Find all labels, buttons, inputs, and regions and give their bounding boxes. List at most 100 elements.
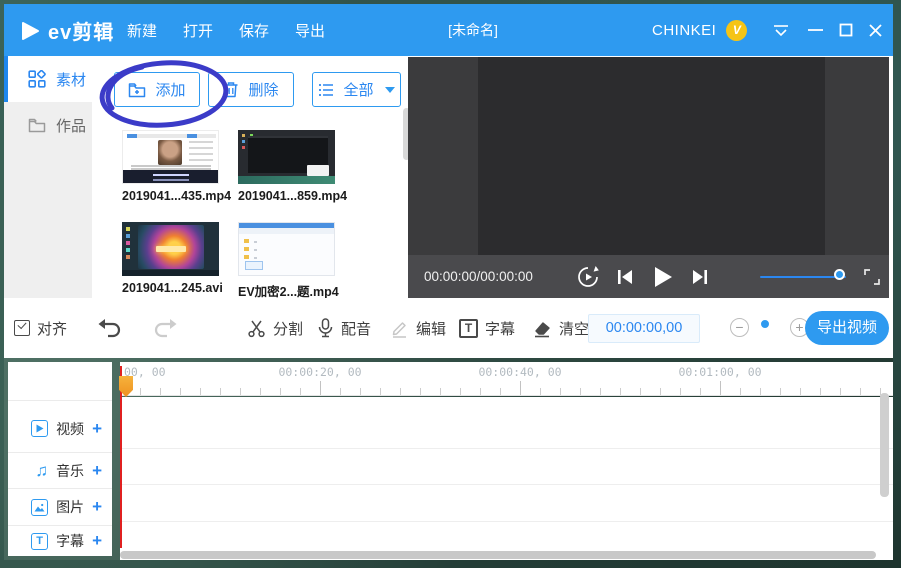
music-track-icon: ♫: [35, 462, 48, 479]
fullscreen-icon[interactable]: [864, 255, 880, 298]
chevron-down-icon: [385, 87, 395, 93]
play-logo-icon: [20, 21, 40, 41]
volume-slider[interactable]: [760, 276, 846, 278]
redo-button[interactable]: [153, 312, 177, 344]
menu-new[interactable]: 新建: [127, 20, 157, 41]
minimize-to-tray-button[interactable]: [766, 4, 796, 56]
export-video-button[interactable]: 导出视频: [805, 311, 889, 345]
tray-icon: [772, 24, 790, 37]
track-label-column: 视频 + ♫ 音乐 + 图片 + T 字幕 +: [8, 362, 112, 556]
previous-frame-button[interactable]: [616, 255, 634, 298]
timeline-ruler[interactable]: 00, 00 00:00:20, 00 00:00:40, 00 00:01:0…: [120, 362, 893, 396]
split-button[interactable]: 分割: [247, 312, 303, 344]
material-item[interactable]: 2019041...435.mp4: [122, 130, 219, 203]
close-icon: [868, 23, 883, 38]
add-subtitle-clip-button[interactable]: +: [92, 534, 102, 548]
volume-slider-knob[interactable]: [834, 269, 845, 280]
add-video-clip-button[interactable]: +: [92, 422, 102, 436]
desktop: { "titlebar": { "logo": "ev剪辑", "menu": …: [0, 0, 901, 568]
track-video: 视频 +: [8, 406, 112, 451]
main-menu: 新建 打开 保存 导出: [127, 4, 325, 56]
menu-export[interactable]: 导出: [295, 20, 325, 41]
vertical-scrollbar[interactable]: [880, 393, 889, 497]
ruler-label: 00:00:20, 00: [278, 365, 361, 379]
add-music-clip-button[interactable]: +: [92, 464, 102, 478]
list-filter-icon: [318, 83, 334, 97]
split-label: 分割: [273, 318, 303, 339]
image-track-icon: [31, 499, 48, 516]
align-label: 对齐: [37, 318, 67, 339]
video-thumbnail: [238, 222, 335, 276]
video-track-icon: [31, 420, 48, 437]
clear-button[interactable]: 清空: [532, 312, 589, 344]
subtitle-track-icon: T: [31, 533, 48, 550]
sidebar-material-label: 素材: [56, 69, 86, 90]
titlebar: ev剪辑 新建 打开 保存 导出 [未命名] CHINKEI V: [4, 4, 893, 56]
material-item-name: 2019041...859.mp4: [238, 189, 335, 203]
track-music: ♫ 音乐 +: [8, 453, 112, 488]
zoom-level-indicator[interactable]: [761, 320, 769, 328]
material-item[interactable]: 2019041...859.mp4: [238, 130, 335, 203]
subtitle-button[interactable]: T 字幕: [459, 312, 515, 344]
grid-icon: [28, 70, 46, 88]
add-image-clip-button[interactable]: +: [92, 500, 102, 514]
sidebar-item-material[interactable]: 素材: [4, 56, 92, 102]
eraser-icon: [532, 319, 552, 338]
maximize-icon: [839, 23, 853, 37]
video-thumbnail: [122, 130, 219, 184]
filter-dropdown[interactable]: 全部: [312, 72, 401, 107]
ruler-label: 00:01:00, 00: [678, 365, 761, 379]
scissors-icon: [247, 319, 266, 338]
clear-label: 清空: [559, 318, 589, 339]
track-subtitle: T 字幕 +: [8, 526, 112, 556]
playhead-line[interactable]: [120, 366, 122, 552]
add-material-button[interactable]: 添加: [114, 72, 200, 107]
playback-time: 00:00:00/00:00:00: [424, 255, 533, 298]
user-account[interactable]: CHINKEI V: [652, 4, 747, 56]
timeline-tracks-area[interactable]: [120, 397, 893, 552]
pencil-icon: [390, 319, 409, 338]
microphone-icon: [317, 318, 334, 338]
add-material-label: 添加: [155, 79, 185, 100]
video-thumbnail: [122, 222, 219, 276]
delete-material-button[interactable]: 删除: [208, 72, 294, 107]
material-item-name: 2019041...435.mp4: [122, 189, 219, 203]
edit-button[interactable]: 编辑: [390, 312, 446, 344]
track-subtitle-label: 字幕: [56, 531, 84, 551]
dub-button[interactable]: 配音: [317, 312, 371, 344]
avatar: V: [726, 20, 747, 41]
track-music-label: 音乐: [56, 461, 84, 481]
horizontal-scrollbar[interactable]: [120, 551, 876, 559]
material-item[interactable]: EV加密2...题.mp4: [238, 222, 335, 300]
sidebar-item-works[interactable]: 作品: [4, 102, 92, 148]
loop-playback-button[interactable]: [576, 255, 600, 298]
align-toggle[interactable]: 对齐: [14, 312, 67, 344]
app-title: ev剪辑: [48, 16, 114, 45]
next-frame-button[interactable]: [691, 255, 709, 298]
play-button[interactable]: [652, 255, 674, 298]
undo-button[interactable]: [98, 312, 122, 344]
timecode-field[interactable]: 00:00:00,00: [588, 314, 700, 343]
dub-label: 配音: [341, 318, 371, 339]
track-image: 图片 +: [8, 489, 112, 525]
zoom-out-button[interactable]: −: [730, 318, 749, 337]
align-checkbox[interactable]: [14, 320, 30, 336]
material-item[interactable]: 2019041...245.avi: [122, 222, 219, 295]
track-image-label: 图片: [56, 497, 84, 517]
edit-label: 编辑: [416, 318, 446, 339]
close-button[interactable]: [860, 4, 890, 56]
menu-save[interactable]: 保存: [239, 20, 269, 41]
minimize-button[interactable]: [800, 4, 830, 56]
menu-open[interactable]: 打开: [183, 20, 213, 41]
material-panel: 添加 删除 全部: [92, 56, 404, 298]
playback-controls: 00:00:00/00:00:00: [408, 255, 889, 298]
app-logo: ev剪辑: [20, 16, 114, 45]
preview-panel: 00:00:00/00:00:00: [408, 57, 889, 298]
video-display: [478, 57, 825, 255]
delete-material-label: 删除: [248, 79, 278, 100]
material-item-name: 2019041...245.avi: [122, 281, 219, 295]
timeline-section: 视频 + ♫ 音乐 + 图片 + T 字幕 + 00, 00: [4, 358, 893, 560]
maximize-button[interactable]: [831, 4, 861, 56]
minimize-icon: [808, 28, 823, 32]
sidebar: 素材 作品: [4, 56, 92, 298]
